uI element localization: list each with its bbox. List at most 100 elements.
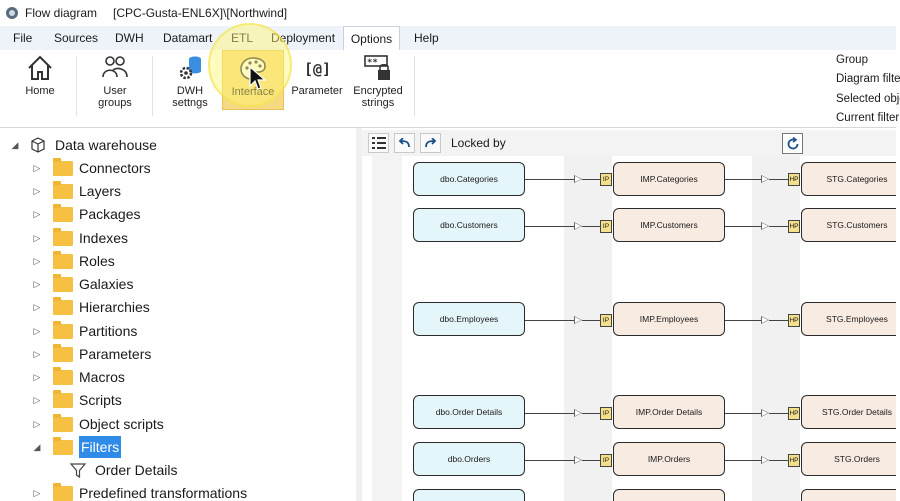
- source-node[interactable]: [413, 489, 525, 501]
- collapsed-arrow-icon[interactable]: ▷: [31, 343, 43, 365]
- tab-sources[interactable]: Sources: [54, 26, 98, 50]
- tab-datamart[interactable]: Datamart: [163, 26, 212, 50]
- tree-label: Scripts: [79, 392, 122, 408]
- tree-node-object-scripts[interactable]: ▷ Object scripts: [31, 413, 164, 435]
- import-node[interactable]: IMP.Orders: [613, 442, 725, 476]
- staging-node[interactable]: [801, 489, 896, 501]
- tab-dwh[interactable]: DWH: [115, 26, 144, 50]
- home-button[interactable]: Home: [14, 50, 66, 112]
- staging-node[interactable]: STG.Customers: [801, 208, 896, 242]
- collapsed-arrow-icon[interactable]: ▷: [31, 482, 43, 501]
- tree-label: Indexes: [79, 230, 129, 246]
- tree-node-galaxies[interactable]: ▷ Galaxies: [31, 273, 133, 295]
- collapsed-arrow-icon[interactable]: ▷: [31, 320, 43, 342]
- tree-node-hierarchies[interactable]: ▷ Hierarchies: [31, 296, 150, 318]
- collapsed-arrow-icon[interactable]: ▷: [31, 203, 43, 225]
- folder-icon: [53, 413, 73, 432]
- redo-icon: [425, 138, 437, 148]
- folder-icon: [53, 366, 73, 385]
- dwh-settings-button[interactable]: DWH settngs: [164, 50, 216, 112]
- tree-root-label: Data warehouse: [55, 137, 157, 153]
- import-node[interactable]: IMP.Categories: [613, 162, 725, 196]
- tab-etl[interactable]: ETL: [231, 26, 253, 50]
- arrow-head-icon: [761, 456, 769, 464]
- import-node[interactable]: IMP.Order Details: [613, 395, 725, 429]
- tree-node-parameters[interactable]: ▷ Parameters: [31, 343, 151, 365]
- connector-line: [525, 320, 574, 321]
- source-node[interactable]: dbo.Categories: [413, 162, 525, 196]
- source-node[interactable]: dbo.Order Details: [413, 395, 525, 429]
- connector-line: [769, 460, 788, 461]
- tree-node-macros[interactable]: ▷ Macros: [31, 366, 125, 388]
- collapsed-arrow-icon[interactable]: ▷: [31, 273, 43, 295]
- tab-help[interactable]: Help: [414, 26, 439, 50]
- tree-node-partitions[interactable]: ▷ Partitions: [31, 320, 137, 342]
- tree-label: Order Details: [95, 462, 178, 478]
- folder-icon: [53, 273, 73, 292]
- tree-label: Roles: [79, 253, 115, 269]
- staging-node[interactable]: STG.Order Details: [801, 395, 896, 429]
- tree-node-roles[interactable]: ▷ Roles: [31, 250, 115, 272]
- collapsed-arrow-icon[interactable]: ▷: [31, 157, 43, 179]
- collapsed-arrow-icon[interactable]: ▷: [31, 389, 43, 411]
- window-subtitle: [CPC-Gusta-ENL6X]\[Northwind]: [113, 6, 288, 20]
- tree-node-layers[interactable]: ▷ Layers: [31, 180, 121, 202]
- import-node[interactable]: IMP.Employees: [613, 302, 725, 336]
- connector-line: [525, 179, 574, 180]
- tree-node-scripts[interactable]: ▷ Scripts: [31, 389, 122, 411]
- connector-line: [525, 460, 574, 461]
- collapsed-arrow-icon[interactable]: ▷: [31, 296, 43, 318]
- expanded-arrow-icon[interactable]: ◢: [9, 134, 21, 156]
- collapsed-arrow-icon[interactable]: ▷: [31, 413, 43, 435]
- connector-line: [725, 179, 762, 180]
- staging-node[interactable]: STG.Orders: [801, 442, 896, 476]
- collapsed-arrow-icon[interactable]: ▷: [31, 366, 43, 388]
- object-tree: ◢ Data warehouse ▷ Connectors ▷ Layers ▷ Pa…: [5, 132, 355, 501]
- tree-node-indexes[interactable]: ▷ Indexes: [31, 227, 128, 249]
- diagram-filter-option[interactable]: Diagram filte: [836, 73, 900, 85]
- tree-node-packages[interactable]: ▷ Packages: [31, 203, 140, 225]
- interface-button[interactable]: Interface: [222, 50, 284, 110]
- arrow-head-icon: [761, 316, 769, 324]
- redo-button[interactable]: [420, 133, 441, 153]
- user-groups-label-2: groups: [98, 97, 132, 109]
- collapsed-arrow-icon[interactable]: ▷: [31, 227, 43, 249]
- tab-options[interactable]: Options: [343, 26, 400, 50]
- tab-file[interactable]: File: [13, 26, 32, 50]
- tab-deployment[interactable]: Deployment: [271, 26, 335, 50]
- collapsed-arrow-icon[interactable]: ▷: [31, 250, 43, 272]
- source-node[interactable]: dbo.Customers: [413, 208, 525, 242]
- tree-node-data-warehouse[interactable]: ◢ Data warehouse: [9, 134, 157, 156]
- import-tag: IP: [600, 314, 612, 327]
- encrypted-strings-button[interactable]: ** Encrypted strings: [349, 50, 407, 112]
- expanded-arrow-icon[interactable]: ◢: [31, 436, 43, 458]
- staging-node[interactable]: STG.Employees: [801, 302, 896, 336]
- interface-label: Interface: [231, 86, 275, 98]
- tree-label: Packages: [79, 206, 141, 222]
- user-groups-button[interactable]: User groups: [88, 50, 142, 112]
- import-node[interactable]: IMP.Customers: [613, 208, 725, 242]
- group-option[interactable]: Group: [836, 54, 868, 66]
- undo-button[interactable]: [394, 133, 415, 153]
- source-node[interactable]: dbo.Orders: [413, 442, 525, 476]
- arrow-head-icon: [574, 222, 582, 230]
- selected-objects-option[interactable]: Selected obje: [836, 93, 900, 105]
- collapsed-arrow-icon[interactable]: ▷: [31, 180, 43, 202]
- import-tag: IP: [600, 407, 612, 420]
- title-bar: Flow diagram [CPC-Gusta-ENL6X]\[Northwin…: [0, 0, 900, 26]
- list-view-button[interactable]: [368, 133, 389, 153]
- tree-node-connectors[interactable]: ▷ Connectors: [31, 157, 151, 179]
- source-node[interactable]: dbo.Employees: [413, 302, 525, 336]
- folder-icon: [53, 482, 73, 501]
- connector-line: [525, 226, 574, 227]
- staging-node[interactable]: STG.Categories: [801, 162, 896, 196]
- tree-node-filters[interactable]: ◢ Filters: [31, 436, 122, 458]
- tree-node-order-details-filter[interactable]: Order Details: [69, 459, 177, 481]
- import-node[interactable]: [613, 489, 725, 501]
- home-icon: [28, 55, 52, 80]
- tree-node-predefined-transformations[interactable]: ▷ Predefined transformations: [31, 482, 247, 501]
- flow-diagram-canvas[interactable]: dbo.Categories IP IMP.Categories HP STG.…: [362, 156, 896, 501]
- parameter-button[interactable]: [@] Parameter: [290, 50, 344, 112]
- refresh-button[interactable]: [782, 133, 803, 154]
- current-filter-option[interactable]: Current filter: [836, 112, 899, 124]
